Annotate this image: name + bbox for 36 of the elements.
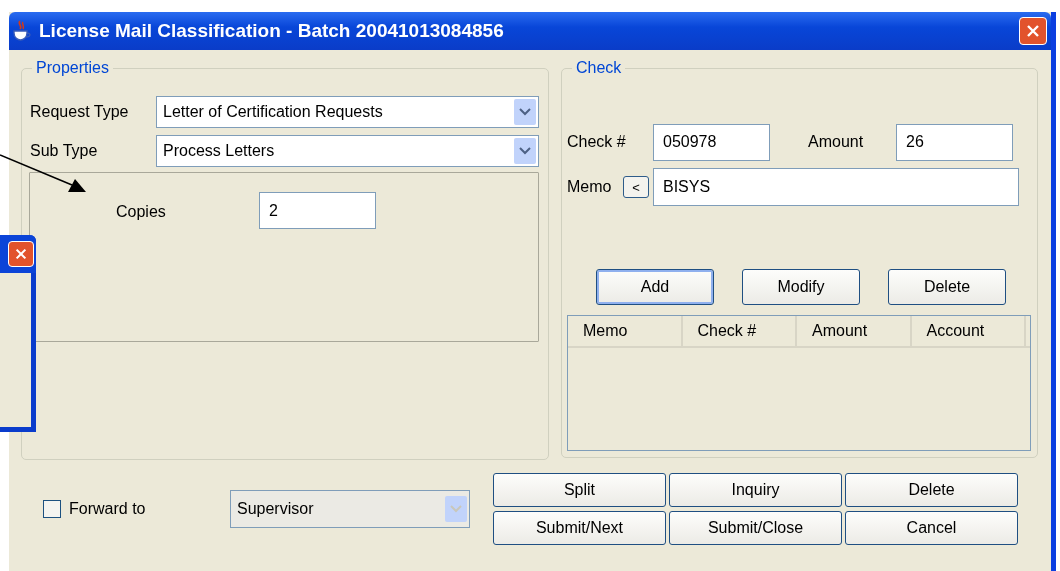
field-label: Sub Type	[29, 142, 99, 160]
dialog-button[interactable]: Submit/Close	[669, 511, 842, 545]
dialog-button[interactable]: Delete	[845, 473, 1018, 507]
action-button[interactable]: Delete	[888, 269, 1006, 305]
memo-field[interactable]: BISYS	[653, 168, 1019, 206]
action-button[interactable]: Add	[596, 269, 714, 305]
sub-type-dropdown[interactable]: Process Letters	[156, 135, 539, 167]
group-legend: Properties	[32, 59, 113, 77]
dialog-button[interactable]: Inquiry	[669, 473, 842, 507]
close-icon[interactable]	[14, 247, 28, 261]
close-button[interactable]	[1019, 17, 1047, 45]
checkbox-label: Forward to	[69, 500, 146, 518]
field-label: Check #	[567, 133, 627, 151]
amount-field[interactable]: 26	[896, 123, 1013, 161]
request-type-dropdown[interactable]: Letter of Certification Requests	[156, 96, 539, 128]
dialog-button[interactable]: Submit/Next	[493, 511, 666, 545]
chevron-down-icon[interactable]	[519, 147, 531, 155]
field-label: Copies	[116, 203, 167, 221]
chevron-down-icon[interactable]	[519, 108, 531, 116]
window-title: License Mail Classification - Batch 20041013084856	[39, 20, 505, 42]
close-icon[interactable]	[1025, 23, 1041, 39]
copies-field[interactable]: 2	[259, 192, 376, 229]
column-header[interactable]: Amount	[797, 316, 912, 346]
column-header[interactable]: Account	[911, 316, 1026, 346]
dialog-button[interactable]: Split	[493, 473, 666, 507]
coffee-cup-icon	[11, 20, 33, 42]
column-header[interactable]: Memo	[568, 316, 683, 346]
check-number-field[interactable]: 050978	[653, 123, 770, 161]
dialog-button[interactable]: Cancel	[845, 511, 1018, 545]
field-label: Memo	[567, 178, 613, 196]
action-button[interactable]: Modify	[742, 269, 860, 305]
close-button[interactable]	[8, 241, 34, 267]
column-header[interactable]: Check #	[682, 316, 797, 346]
memo-button[interactable]: <	[623, 176, 649, 198]
field-label: Amount	[807, 133, 865, 151]
field-label: Request Type	[29, 103, 130, 121]
